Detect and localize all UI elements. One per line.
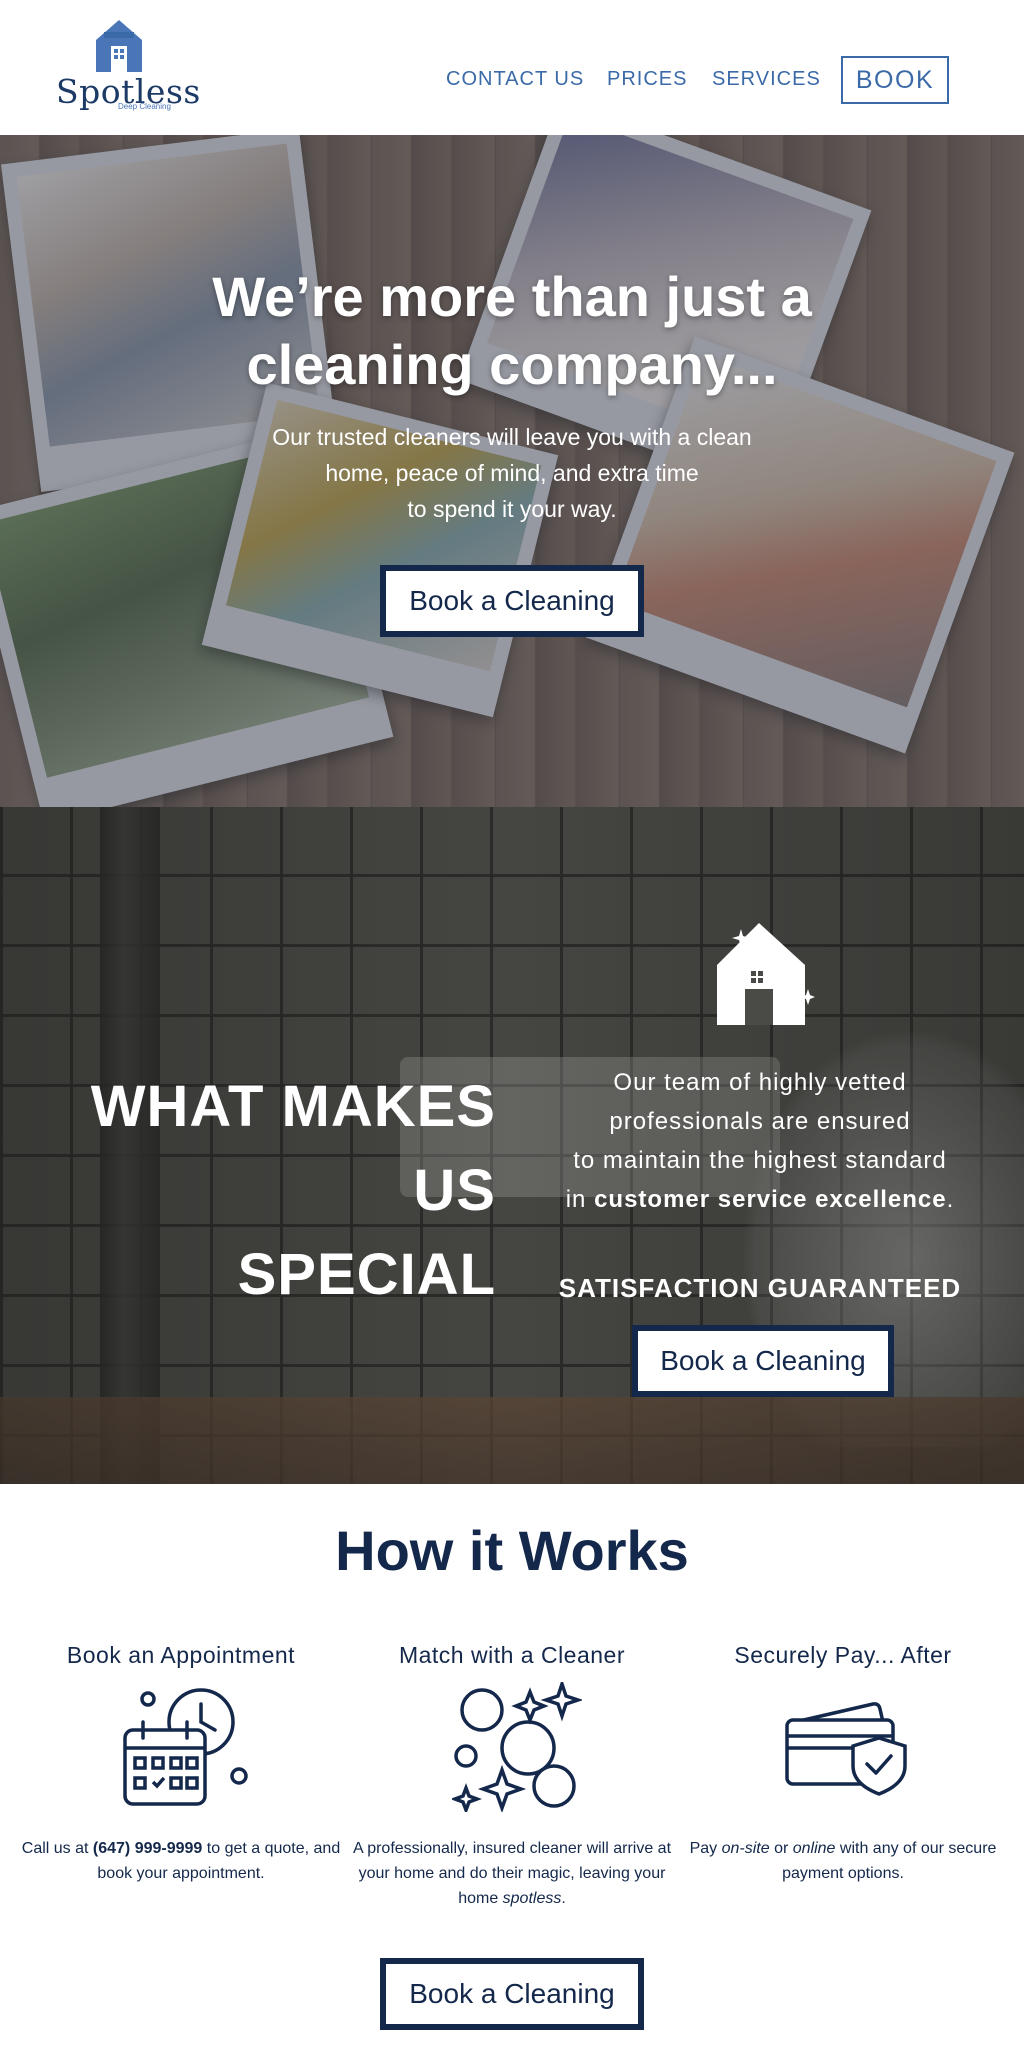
special-text-line-3: to maintain the highest standard	[573, 1147, 947, 1174]
hero-subtitle-line-1: Our trusted cleaners will leave you with…	[272, 424, 752, 450]
step-title: Book an Appointment	[66, 1642, 296, 1668]
step-secure-pay: Securely Pay... After Pay on-site or onl…	[683, 1642, 1003, 1882]
special-text-line-4-post: .	[946, 1186, 955, 1213]
satisfaction-guaranteed-label: SATISFACTION GUARANTEED	[558, 1273, 962, 1303]
nav-book-button[interactable]: BOOK	[841, 56, 949, 104]
step-desc-italic: spotless	[502, 1890, 562, 1907]
step-description: Pay on-site or online with any of our se…	[683, 1836, 1003, 1886]
special-title-line-1: WHAT MAKES US	[90, 1074, 496, 1223]
special-title-line-2: SPECIAL	[237, 1242, 496, 1307]
credit-card-shield-icon	[785, 1702, 907, 1796]
logo-tagline: Deep Cleaning	[118, 102, 171, 111]
step-description: Call us at (647) 999-9999 to get a quote…	[21, 1836, 341, 1886]
special-text-line-1: Our team of highly vetted	[613, 1069, 907, 1096]
step-desc-italic: online	[792, 1840, 836, 1857]
step-match-cleaner: Match with a Cleaner A professionally, i…	[352, 1642, 672, 1907]
calendar-clock-icon	[123, 1688, 248, 1806]
how-it-works-section: How it Works Book an Appointment Call us…	[0, 1484, 1024, 2065]
logo[interactable]: Spotless Deep Cleaning	[56, 20, 200, 115]
step-desc-text: or	[769, 1840, 793, 1857]
hero-section: We’re more than just a cleaning company.…	[0, 135, 1024, 807]
special-text-line-4-pre: in	[565, 1186, 595, 1213]
special-description: Our team of highly vetted professionals …	[520, 1063, 1000, 1219]
step-desc-text: Pay	[689, 1840, 722, 1857]
site-header: Spotless Deep Cleaning CONTACT US PRICES…	[0, 0, 1024, 135]
step-desc-italic: on-site	[721, 1840, 770, 1857]
house-logo-icon	[96, 20, 142, 72]
special-title: WHAT MAKES US SPECIAL	[6, 1065, 496, 1317]
house-sparkle-icon	[717, 923, 815, 1025]
hero-subtitle: Our trusted cleaners will leave you with…	[232, 419, 792, 527]
special-book-cleaning-button[interactable]: Book a Cleaning	[632, 1325, 894, 1397]
phone-number[interactable]: (647) 999-9999	[93, 1840, 202, 1857]
how-book-cleaning-button[interactable]: Book a Cleaning	[380, 1958, 644, 2030]
hero-title-line-1: We’re more than just a	[212, 265, 812, 328]
bubbles-sparkle-icon	[452, 1682, 582, 1812]
step-description: A professionally, insured cleaner will a…	[352, 1836, 672, 1911]
hero-title-line-2: cleaning company...	[246, 333, 778, 396]
how-it-works-title: How it Works	[335, 1519, 689, 1582]
special-text-bold: customer service excellence	[594, 1186, 947, 1213]
hero-title: We’re more than just a cleaning company.…	[0, 263, 1024, 399]
step-desc-text: Call us at	[21, 1840, 93, 1857]
nav-prices[interactable]: PRICES	[607, 68, 687, 91]
special-section: WHAT MAKES US SPECIAL Our team of highly…	[0, 807, 1024, 1484]
special-text-line-2: professionals are ensured	[609, 1108, 911, 1135]
step-desc-text: .	[561, 1890, 566, 1907]
hero-subtitle-line-3: to spend it your way.	[407, 496, 617, 522]
nav-services[interactable]: SERVICES	[712, 68, 821, 91]
step-book-appointment: Book an Appointment Call us at (647) 999…	[21, 1642, 341, 1882]
hero-subtitle-line-2: home, peace of mind, and extra time	[325, 460, 699, 486]
step-title: Securely Pay... After	[734, 1642, 952, 1668]
nav-contact-us[interactable]: CONTACT US	[446, 68, 584, 91]
step-title: Match with a Cleaner	[398, 1642, 626, 1668]
hero-book-cleaning-button[interactable]: Book a Cleaning	[380, 565, 644, 637]
